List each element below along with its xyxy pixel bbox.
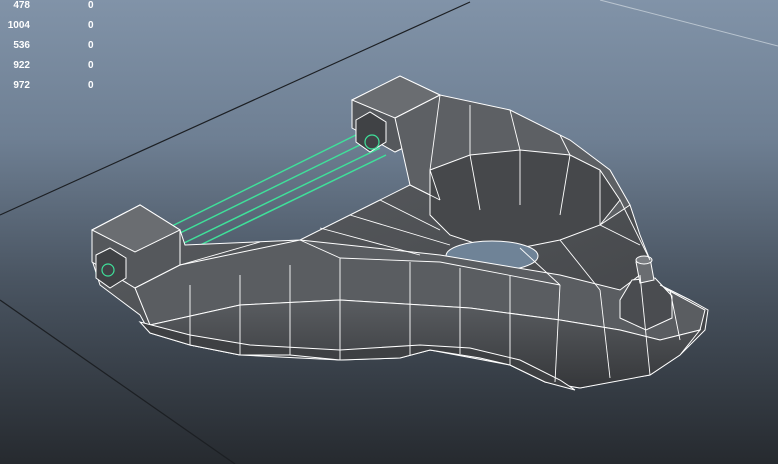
scene-canvas[interactable]: [0, 0, 778, 464]
control-arm-mesh[interactable]: [90, 75, 709, 391]
ground-grid-line: [599, 0, 778, 47]
viewport-3d[interactable]: 478 0 1004 0 536 0 922 0 972 0: [0, 0, 778, 464]
